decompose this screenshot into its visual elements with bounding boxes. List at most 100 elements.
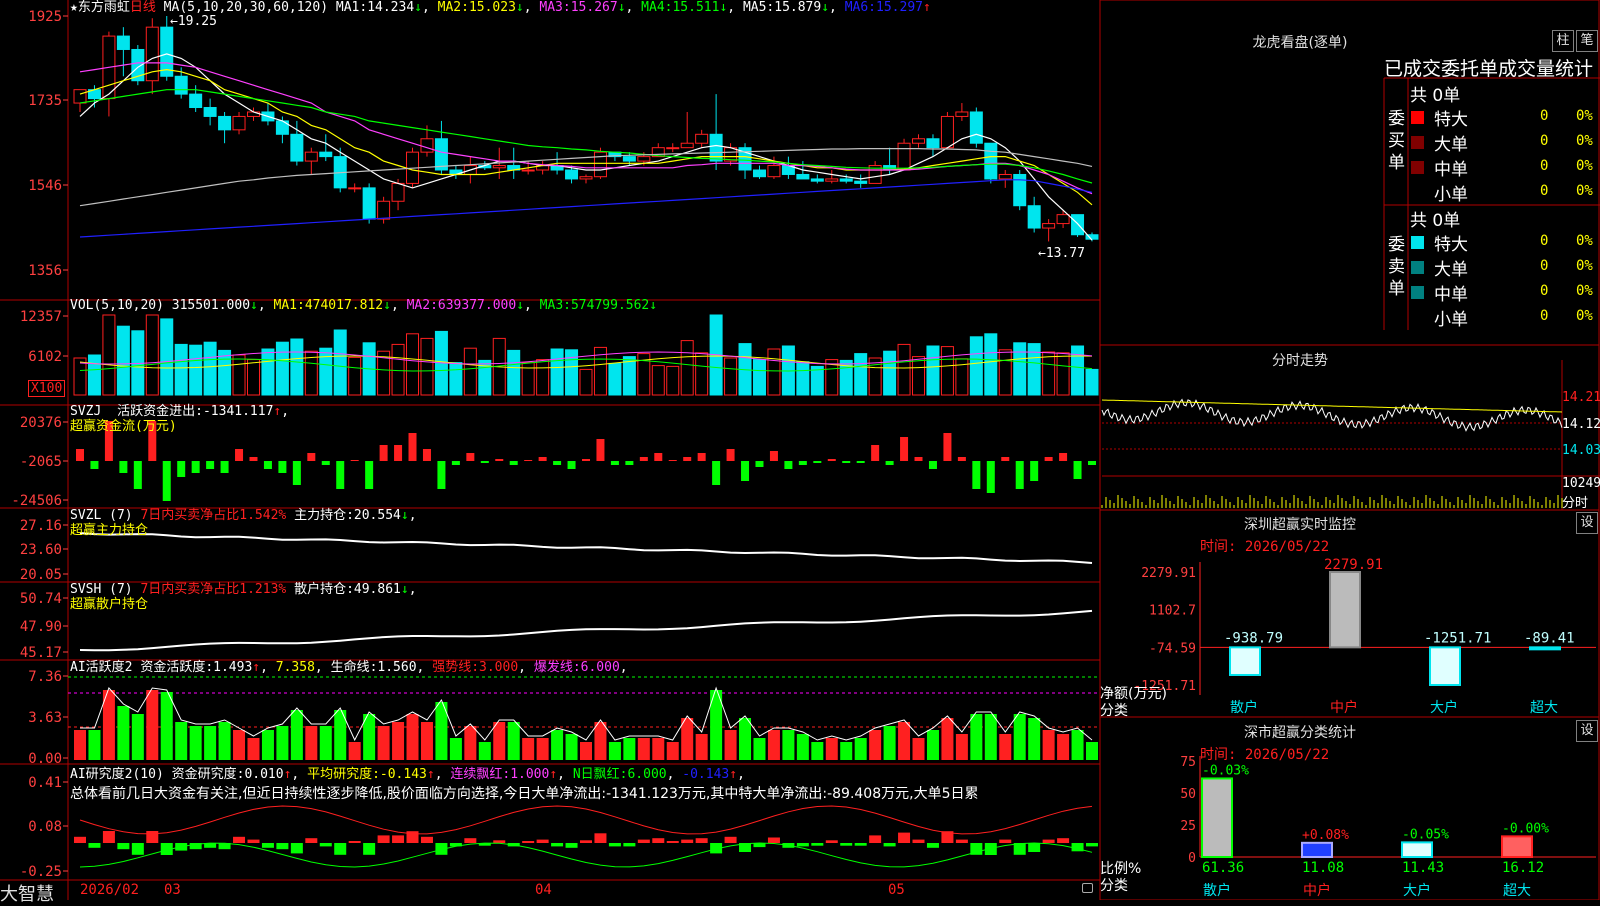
fenshi-vol-tick: 10249 — [1562, 476, 1600, 491]
ai1-bar — [305, 726, 318, 760]
candle-body — [377, 200, 391, 220]
ai1-bar — [999, 734, 1012, 760]
ai1-comma5: , — [619, 660, 628, 675]
svzj-bar — [914, 457, 923, 461]
kline-ytick: 1925 — [28, 9, 62, 25]
ai2-name: 资金研究度: — [171, 767, 245, 782]
szjk-settings-button[interactable]: 设 — [1576, 512, 1598, 534]
ma6-arrow: ↑ — [922, 0, 931, 15]
svzl-name: 7日内买卖净占比1.542% — [140, 508, 287, 523]
low-mark: ←13.77 — [1038, 246, 1085, 261]
buy-row-percent: 0% — [1576, 183, 1593, 199]
vol-unit[interactable]: X100 — [28, 380, 66, 397]
szjk-bar-label: -89.41 — [1524, 630, 1575, 646]
ai2-bar — [637, 839, 650, 843]
ma2-value: 15.023 — [468, 0, 516, 15]
ai1-bar — [623, 738, 636, 760]
svzj-bar — [365, 461, 374, 489]
svzj-bar — [928, 461, 937, 469]
ai1-value: 1.493 — [213, 660, 253, 675]
szfl-xlabel: 分类 — [1100, 878, 1128, 894]
svzj-bar — [813, 461, 822, 463]
candle-body — [810, 178, 824, 182]
candle-body — [637, 156, 651, 162]
candle-body — [319, 151, 333, 158]
svzj-bar — [206, 461, 215, 469]
ai2-bar — [247, 839, 260, 843]
sell-row-percent: 0% — [1576, 283, 1593, 299]
ai1-bar — [666, 742, 679, 760]
ai2-v4: 6.000 — [627, 767, 667, 782]
ai2-bar — [854, 843, 867, 846]
volume-bar — [695, 352, 709, 396]
svzj-bar — [553, 461, 562, 465]
ai1-bar — [117, 706, 130, 760]
szfl-delta-label: -0.03% — [1202, 763, 1249, 778]
svzj-ytick: 20376 — [20, 415, 62, 431]
ai2-v5: -0.143 — [682, 767, 730, 782]
volume-bar — [796, 361, 810, 396]
vol-ma2-arrow: ↓ — [516, 298, 525, 313]
svzj-bar — [697, 453, 706, 461]
ai2-bar — [926, 843, 939, 848]
svzj-bar — [741, 461, 750, 481]
volume-bar — [261, 348, 275, 396]
ai1-bar — [348, 742, 361, 760]
ai1-bar — [551, 730, 564, 760]
sell-row-percent: 0% — [1576, 233, 1593, 249]
ai1-bar — [739, 718, 752, 760]
volume-ma-line — [79, 351, 1093, 365]
svzj-header: SVZJ 活跃资金进出:-1341.117↑, — [70, 404, 289, 420]
volume-bar — [1056, 352, 1070, 396]
tick-mode-button[interactable]: 笔 — [1576, 30, 1598, 52]
svzj-bar — [336, 461, 345, 489]
volume-bar — [189, 344, 203, 396]
stock-title[interactable]: ★东方雨虹 — [70, 0, 130, 15]
bar-mode-button[interactable]: 柱 — [1552, 30, 1574, 52]
lock-icon[interactable] — [1082, 883, 1093, 893]
kline-ytick: 1735 — [28, 93, 62, 109]
brand-label[interactable]: 大智慧 — [0, 880, 54, 906]
candle-body — [232, 115, 246, 131]
svzj-bar — [885, 461, 894, 465]
svzj-bar — [220, 461, 229, 473]
szfl-value-label: 16.12 — [1502, 860, 1544, 876]
ma6-value: 15.297 — [876, 0, 923, 15]
svzl-ytick: 27.16 — [20, 518, 62, 534]
vol-label: VOL(5,10,20) — [70, 298, 164, 313]
szjk-xlabel: 分类 — [1100, 703, 1128, 719]
ai1-name3: 生命线: — [330, 660, 378, 675]
ma3-value: 15.267 — [570, 0, 618, 15]
ai1-v3: 1.560 — [377, 660, 417, 675]
svzj-bar — [379, 445, 388, 461]
ai2-bar — [261, 843, 274, 848]
svzj-bar — [321, 461, 330, 465]
ai1-bar — [377, 726, 390, 760]
period-label[interactable]: 日线 — [130, 0, 156, 15]
svzj-bar — [119, 461, 128, 473]
szfl-settings-button[interactable]: 设 — [1576, 720, 1598, 742]
chart-canvas[interactable]: 1925 1735 1546 1356 12357 6102 20376 -2065 -2450… — [0, 0, 1600, 900]
candle-body — [174, 75, 188, 95]
volume-bar — [912, 356, 926, 396]
ai2-header: AI研究度2(10) 资金研究度:0.010↑, 平均研究度:-0.143↑, … — [70, 767, 745, 783]
svzl-sub: 超赢主力持仓 — [70, 523, 149, 538]
date-label-4: 05 — [888, 882, 905, 898]
svzj-bar — [755, 461, 764, 467]
ai1-ytick: 0.00 — [28, 751, 62, 767]
svzj-ytick: -24506 — [11, 493, 62, 509]
ai2-bar — [493, 840, 506, 843]
ai2-arrow3: ↑ — [549, 767, 558, 782]
svzj-bar — [162, 461, 171, 501]
ai2-bar — [1042, 839, 1055, 843]
candle-body — [969, 111, 983, 144]
sell-row-value: 0 — [1540, 308, 1549, 324]
buy-row-name: 中单 — [1434, 160, 1468, 180]
fenshi-ytick-3: 14.03 — [1562, 443, 1600, 458]
ai1-bar — [1057, 734, 1070, 760]
svzl-name2: 主力持仓: — [294, 508, 354, 523]
svzj-bar — [596, 439, 605, 461]
ai1-bar — [970, 714, 983, 760]
ai2-bar — [912, 839, 925, 843]
svzj-bar — [1044, 457, 1053, 461]
